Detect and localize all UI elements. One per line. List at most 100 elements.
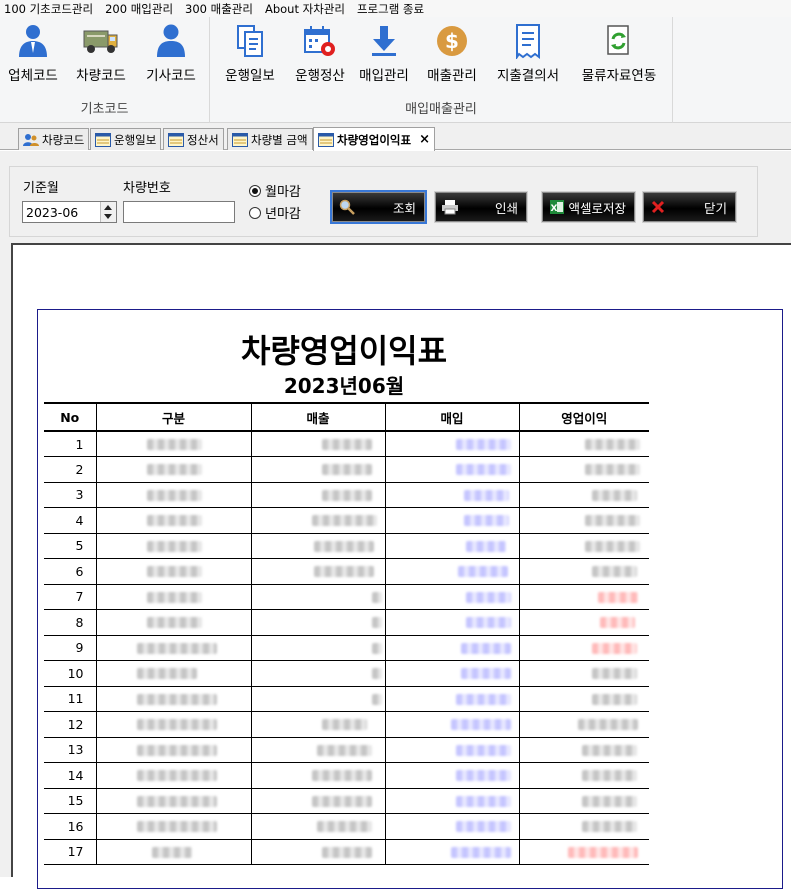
sales-manage-button[interactable]: $ 매출관리 — [422, 21, 482, 91]
profit-cell — [519, 609, 649, 636]
radio-yearly-close[interactable]: 년마감 — [249, 203, 301, 222]
tab-daily-operation[interactable]: 운행일보 — [90, 128, 162, 150]
sales-cell — [251, 584, 386, 610]
category-cell — [96, 839, 252, 865]
daily-operation-button[interactable]: 운행일보 — [216, 21, 284, 91]
obscured-value — [316, 744, 372, 756]
svg-text:X: X — [551, 204, 558, 214]
print-button[interactable]: 인쇄 — [434, 191, 528, 223]
obscured-value — [581, 821, 637, 832]
purchase-cell — [385, 431, 520, 457]
category-cell — [96, 762, 252, 789]
close-button[interactable]: 닫기 — [642, 191, 737, 223]
tab-vehicle-amount[interactable]: 차량별 금액 — [227, 128, 313, 150]
operation-settlement-button[interactable]: 운행정산 — [286, 21, 354, 91]
obscured-value — [136, 821, 217, 832]
table-row: 5 — [44, 533, 649, 559]
menu-item-purchase[interactable]: 200 매입관리 — [105, 1, 173, 17]
sales-cell — [251, 660, 386, 687]
search-button[interactable]: 조회 — [330, 190, 427, 224]
profit-cell — [519, 839, 649, 865]
sales-cell — [251, 558, 386, 585]
obscured-value — [465, 617, 511, 628]
red-x-icon — [648, 198, 668, 216]
tab-vehicle-code[interactable]: 차량코드 — [18, 128, 90, 150]
obscured-value — [597, 591, 638, 603]
obscured-value — [371, 693, 382, 705]
excel-save-button[interactable]: X 액셀로저장 — [541, 191, 636, 223]
radio-monthly-close[interactable]: 월마감 — [249, 181, 301, 200]
radio-unchecked-icon — [249, 206, 261, 219]
table-row: 6 — [44, 558, 649, 585]
obscured-value — [136, 719, 217, 730]
table-row: 12 — [44, 711, 649, 738]
menu-item-exit[interactable]: 프로그램 종료 — [357, 1, 424, 17]
obscured-value — [146, 489, 202, 501]
spin-arrows[interactable] — [100, 202, 116, 222]
vehicle-code-button[interactable]: 차량코드 — [70, 21, 132, 91]
sales-cell — [251, 762, 386, 789]
spin-up-icon[interactable] — [104, 205, 112, 210]
row-number-cell: 13 — [44, 737, 97, 763]
spin-down-icon[interactable] — [104, 214, 112, 219]
company-person-icon — [15, 21, 51, 61]
content-panel: 기준월 2023-06 차량번호 월마감 년마감 조회 인쇄 X 액셀로저장 닫… — [0, 151, 791, 889]
obscured-value — [311, 515, 377, 526]
company-code-button[interactable]: 업체코드 — [2, 21, 64, 91]
tab-settlement[interactable]: 정산서 — [163, 128, 224, 150]
row-number-cell: 17 — [44, 839, 97, 865]
obscured-value — [457, 566, 508, 577]
row-number-cell: 3 — [44, 482, 97, 508]
menu-item-basic-code[interactable]: 100 기초코드관리 — [4, 1, 93, 17]
row-number-cell: 14 — [44, 762, 97, 789]
obscured-value — [146, 515, 202, 526]
purchase-cell — [385, 635, 520, 661]
logistics-sync-button[interactable]: 물류자료연동 — [574, 21, 664, 91]
tab-close-icon[interactable]: × — [419, 132, 430, 147]
excel-icon: X — [547, 198, 567, 216]
table-row: 13 — [44, 737, 649, 763]
purchase-cell — [385, 609, 520, 636]
obscured-value — [591, 693, 637, 705]
tab-vehicle-profit[interactable]: 차량영업이익표 × — [313, 127, 435, 151]
driver-code-button[interactable]: 기사코드 — [140, 21, 202, 91]
report-viewer[interactable]: 차량영업이익표 2023년06월 No 구분 매출 매입 영업이익 123456… — [11, 243, 791, 889]
receipt-icon — [510, 21, 546, 61]
obscured-value — [321, 439, 372, 450]
row-number-cell: 2 — [44, 456, 97, 483]
category-cell — [96, 788, 252, 814]
profit-cell — [519, 431, 649, 457]
profit-cell — [519, 456, 649, 483]
menu-item-about[interactable]: About 자차관리 — [265, 1, 345, 17]
obscured-value — [567, 846, 638, 858]
obscured-value — [599, 617, 635, 628]
table-row: 10 — [44, 660, 649, 687]
table-row: 7 — [44, 584, 649, 610]
profit-cell — [519, 686, 649, 712]
obscured-value — [455, 821, 511, 832]
category-cell — [96, 660, 252, 687]
obscured-value — [463, 489, 509, 501]
vehicle-number-input[interactable] — [123, 201, 235, 223]
obscured-value — [591, 566, 637, 577]
obscured-value — [313, 540, 374, 552]
obscured-value — [463, 515, 509, 526]
row-number-cell: 15 — [44, 788, 97, 814]
table-row: 15 — [44, 788, 649, 814]
obscured-value — [591, 668, 637, 679]
obscured-value — [146, 439, 202, 450]
row-number-cell: 8 — [44, 609, 97, 636]
truck-icon — [83, 21, 119, 61]
profit-cell — [519, 788, 649, 814]
purchase-manage-button[interactable]: 매입관리 — [354, 21, 414, 91]
expense-resolution-button[interactable]: 지출결의서 — [492, 21, 564, 91]
table-row: 4 — [44, 507, 649, 534]
row-number-cell: 9 — [44, 635, 97, 661]
obscured-value — [455, 795, 511, 807]
month-spin-input[interactable]: 2023-06 — [22, 201, 117, 223]
purchase-cell — [385, 482, 520, 508]
people-icon — [23, 133, 39, 146]
sales-cell — [251, 711, 386, 738]
obscured-value — [136, 770, 217, 781]
menu-item-sales[interactable]: 300 매출관리 — [185, 1, 253, 17]
